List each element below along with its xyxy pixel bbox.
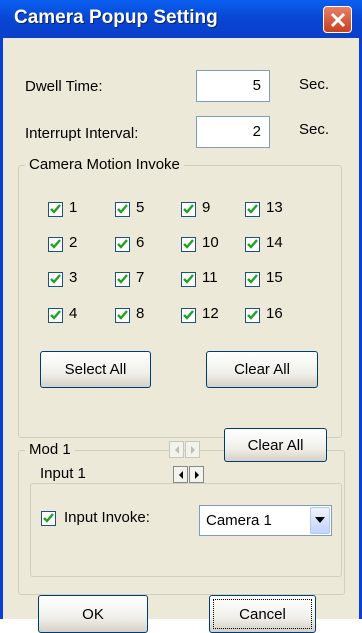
check-icon [117, 310, 128, 320]
camera-4-label: 4 [69, 305, 78, 322]
camera-9-checkbox[interactable] [181, 202, 196, 217]
camera-8-checkbox[interactable] [115, 308, 130, 323]
window-title: Camera Popup Setting [14, 7, 218, 28]
mod-prev-button[interactable] [169, 441, 184, 458]
title-bar[interactable]: Camera Popup Setting [0, 0, 362, 38]
chevron-down-icon [315, 517, 325, 523]
check-icon [50, 239, 61, 249]
check-icon [50, 204, 61, 214]
check-icon [183, 274, 194, 284]
dwell-time-unit: Sec. [299, 76, 330, 93]
camera-select-dropdown-button[interactable] [310, 507, 330, 534]
camera-16-checkbox[interactable] [245, 308, 260, 323]
check-icon [50, 274, 61, 284]
camera-1-checkbox[interactable] [48, 202, 63, 217]
mod-title: Mod 1 [25, 441, 75, 458]
check-icon [247, 274, 258, 284]
check-icon [43, 513, 54, 523]
camera-6-checkbox[interactable] [115, 237, 130, 252]
arrow-right-icon [191, 446, 195, 454]
camera-1-label: 1 [69, 199, 78, 216]
camera-6-label: 6 [136, 234, 145, 251]
camera-5-label: 5 [136, 199, 145, 216]
camera-motion-invoke-title: Camera Motion Invoke [25, 156, 184, 173]
check-icon [117, 274, 128, 284]
interrupt-interval-unit: Sec. [299, 121, 330, 138]
camera-select-value: Camera 1 [206, 512, 272, 529]
camera-7-label: 7 [136, 269, 145, 286]
focus-indicator [213, 599, 312, 629]
arrow-right-icon [195, 471, 199, 479]
camera-11-label: 11 [202, 269, 218, 286]
check-icon [50, 310, 61, 320]
camera-8-label: 8 [136, 305, 145, 322]
cancel-button[interactable]: Cancel [209, 595, 316, 633]
arrow-left-icon [175, 446, 179, 454]
arrow-left-icon [179, 471, 183, 479]
camera-3-label: 3 [69, 269, 78, 286]
camera-2-checkbox[interactable] [48, 237, 63, 252]
input-invoke-label: Input Invoke: [64, 509, 150, 526]
camera-2-label: 2 [69, 234, 78, 251]
camera-5-checkbox[interactable] [115, 202, 130, 217]
input-prev-button[interactable] [173, 466, 188, 483]
check-icon [117, 239, 128, 249]
close-button[interactable] [323, 6, 352, 33]
dwell-time-field[interactable]: 5 [196, 70, 270, 102]
camera-14-checkbox[interactable] [245, 237, 260, 252]
camera-13-label: 13 [266, 199, 283, 216]
input-invoke-checkbox[interactable] [41, 511, 56, 526]
check-icon [183, 310, 194, 320]
mod-next-button[interactable] [185, 441, 200, 458]
select-all-button[interactable]: Select All [40, 351, 151, 388]
input-title: Input 1 [36, 465, 90, 482]
camera-7-checkbox[interactable] [115, 272, 130, 287]
camera-select[interactable]: Camera 1 [199, 505, 332, 536]
camera-4-checkbox[interactable] [48, 308, 63, 323]
camera-10-label: 10 [202, 234, 219, 251]
camera-15-checkbox[interactable] [245, 272, 260, 287]
check-icon [247, 310, 258, 320]
camera-13-checkbox[interactable] [245, 202, 260, 217]
check-icon [117, 204, 128, 214]
check-icon [183, 204, 194, 214]
camera-15-label: 15 [266, 269, 283, 286]
check-icon [183, 239, 194, 249]
camera-11-checkbox[interactable] [181, 272, 196, 287]
camera-9-label: 9 [202, 199, 211, 216]
camera-3-checkbox[interactable] [48, 272, 63, 287]
camera-14-label: 14 [266, 234, 283, 251]
camera-12-label: 12 [202, 305, 219, 322]
interrupt-interval-label: Interrupt Interval: [25, 125, 139, 142]
camera-16-label: 16 [266, 305, 283, 322]
close-icon [330, 12, 346, 28]
clear-all-button[interactable]: Clear All [206, 351, 318, 388]
mod-clear-all-button[interactable]: Clear All [224, 428, 327, 462]
camera-motion-invoke-group [18, 165, 342, 438]
check-icon [247, 204, 258, 214]
check-icon [247, 239, 258, 249]
input-next-button[interactable] [189, 466, 204, 483]
camera-10-checkbox[interactable] [181, 237, 196, 252]
dwell-time-label: Dwell Time: [25, 78, 103, 95]
interrupt-interval-field[interactable]: 2 [196, 116, 270, 148]
camera-12-checkbox[interactable] [181, 308, 196, 323]
ok-button[interactable]: OK [38, 595, 148, 633]
dialog-body: Dwell Time: 5 Sec. Interrupt Interval: 2… [3, 38, 359, 633]
